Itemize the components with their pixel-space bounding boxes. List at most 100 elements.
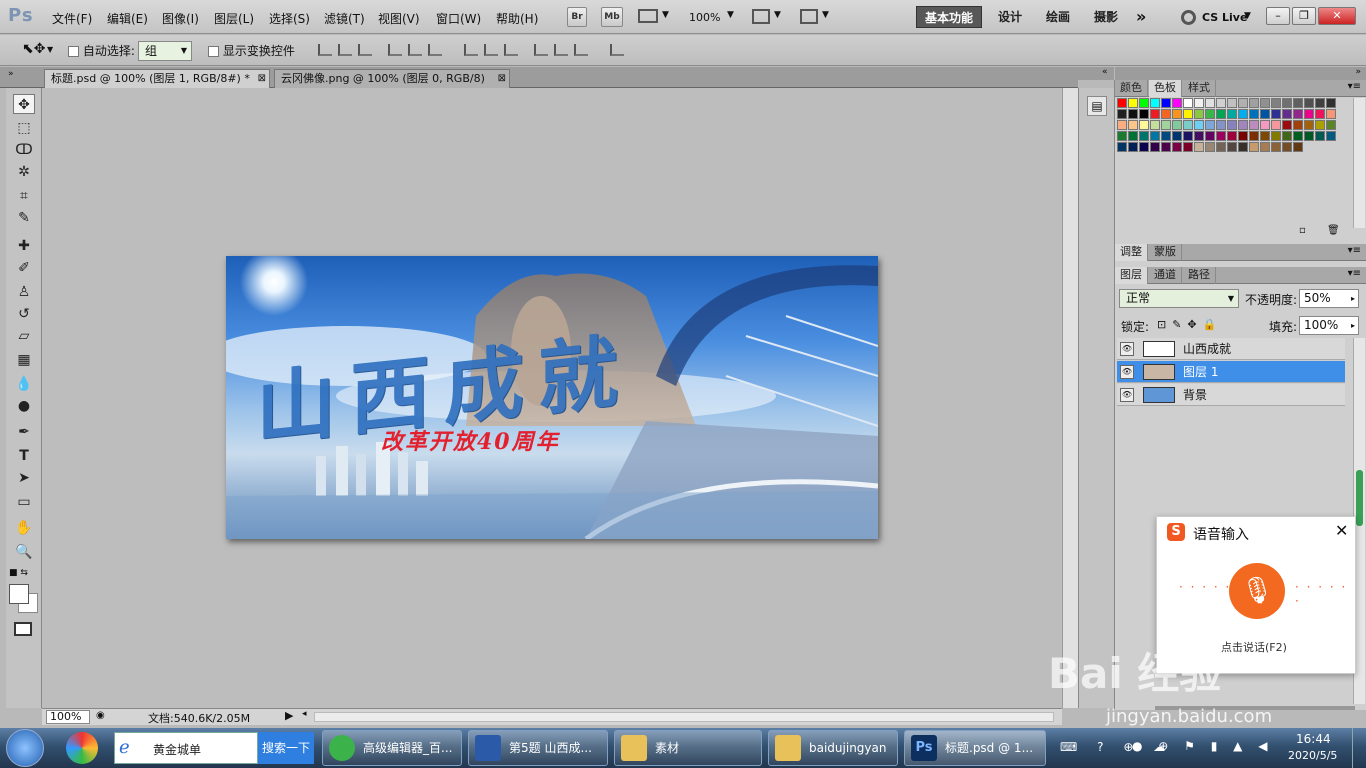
color-swatch[interactable]: [1227, 131, 1237, 141]
color-swatch[interactable]: [1238, 109, 1248, 119]
distribute-hcenter-icon[interactable]: [554, 44, 568, 56]
color-swatch[interactable]: [1326, 98, 1336, 108]
color-swatch[interactable]: [1271, 98, 1281, 108]
layer-row[interactable]: 👁 山西成就: [1117, 338, 1345, 360]
layer-scrollbar-thumb[interactable]: [1356, 470, 1363, 526]
color-swatch[interactable]: [1194, 120, 1204, 130]
color-swatch[interactable]: [1315, 98, 1325, 108]
align-vcenter-icon[interactable]: [338, 44, 352, 56]
align-bottom-icon[interactable]: [358, 44, 372, 56]
color-swatch[interactable]: [1183, 98, 1193, 108]
show-transform-checkbox[interactable]: [208, 46, 219, 57]
type-tool-icon[interactable]: T: [13, 446, 35, 466]
layer-row[interactable]: 👁 背景: [1117, 384, 1345, 406]
color-swatch[interactable]: [1293, 142, 1303, 152]
chevron-down-icon[interactable]: ▼: [727, 10, 734, 20]
horizontal-scrollbar[interactable]: [314, 712, 1054, 722]
color-swatch[interactable]: [1260, 142, 1270, 152]
color-swatch[interactable]: [1249, 131, 1259, 141]
history-brush-tool-icon[interactable]: ↺: [13, 304, 35, 324]
menu-layer[interactable]: 图层(L): [214, 10, 254, 27]
quick-mask-icon[interactable]: [14, 622, 32, 636]
align-top-icon[interactable]: [318, 44, 332, 56]
color-swatch[interactable]: [1227, 98, 1237, 108]
color-swatch[interactable]: [1271, 109, 1281, 119]
align-right-icon[interactable]: [428, 44, 442, 56]
slider-arrow-icon[interactable]: ▸: [1351, 290, 1355, 307]
color-swatch[interactable]: [1161, 120, 1171, 130]
distribute-bottom-icon[interactable]: [504, 44, 518, 56]
minimize-button[interactable]: –: [1266, 7, 1290, 25]
color-swatch[interactable]: [1139, 131, 1149, 141]
pen-tool-icon[interactable]: ✒: [13, 422, 35, 442]
menu-edit[interactable]: 编辑(E): [107, 10, 148, 27]
color-swatch[interactable]: [1117, 131, 1127, 141]
collapse-icon[interactable]: »: [1355, 67, 1361, 77]
chevron-down-icon[interactable]: ▼: [47, 45, 53, 54]
move-tool-icon[interactable]: ⬉✥: [22, 41, 45, 57]
eye-icon[interactable]: 👁: [1120, 365, 1134, 379]
color-swatch[interactable]: [1271, 142, 1281, 152]
arrange-documents-icon[interactable]: [752, 9, 770, 24]
screen-mode-icon[interactable]: [800, 9, 818, 24]
color-swatch[interactable]: [1128, 131, 1138, 141]
color-swatch[interactable]: [1117, 109, 1127, 119]
show-transform-option[interactable]: 显示变换控件: [208, 42, 295, 59]
panel-menu-icon[interactable]: ▾≡: [1348, 245, 1361, 256]
color-swatch[interactable]: [1194, 109, 1204, 119]
distribute-top-icon[interactable]: [464, 44, 478, 56]
move-tool-icon[interactable]: ✥: [13, 94, 35, 114]
opacity-field[interactable]: 50% ▸: [1299, 289, 1359, 308]
foreground-color-swatch[interactable]: [9, 584, 29, 604]
align-left-icon[interactable]: [388, 44, 402, 56]
workspace-photography[interactable]: 摄影: [1086, 6, 1126, 28]
color-swatch[interactable]: [1194, 131, 1204, 141]
search-box[interactable]: ℯ 黄金城单: [114, 732, 258, 764]
workspace-design[interactable]: 设计: [990, 6, 1030, 28]
clock-date[interactable]: 2020/5/5: [1288, 749, 1337, 762]
taskbar-item-word[interactable]: 第5题 山西成...: [468, 730, 608, 766]
microphone-button[interactable]: 🎙: [1229, 563, 1285, 619]
color-swatch[interactable]: [1183, 131, 1193, 141]
color-swatch[interactable]: [1304, 98, 1314, 108]
chevron-down-icon[interactable]: ▼: [822, 10, 829, 20]
tab-adjustments[interactable]: 调整: [1115, 244, 1148, 261]
color-swatch[interactable]: [1172, 131, 1182, 141]
taskbar-item-editor[interactable]: 高级编辑器_百...: [322, 730, 462, 766]
view-extras-icon[interactable]: [638, 9, 658, 23]
tab-paths[interactable]: 路径: [1183, 267, 1216, 284]
bridge-button[interactable]: Br: [567, 7, 587, 27]
color-swatch[interactable]: [1183, 109, 1193, 119]
color-swatch[interactable]: [1150, 98, 1160, 108]
color-swatch[interactable]: [1282, 142, 1292, 152]
menu-window[interactable]: 窗口(W): [436, 10, 481, 27]
color-swatch[interactable]: [1216, 109, 1226, 119]
path-select-tool-icon[interactable]: ➤: [13, 468, 35, 488]
color-swatch[interactable]: [1238, 120, 1248, 130]
tab-color[interactable]: 颜色: [1115, 80, 1148, 97]
color-swatch[interactable]: [1260, 98, 1270, 108]
system-tray-icons[interactable]: ● ⊕ ⚑ ▮ ▲ ◀: [1132, 739, 1273, 753]
color-swatch[interactable]: [1238, 142, 1248, 152]
tab-channels[interactable]: 通道: [1149, 267, 1182, 284]
color-swatch[interactable]: [1282, 109, 1292, 119]
tab-masks[interactable]: 蒙版: [1149, 244, 1182, 261]
color-swatch[interactable]: [1205, 142, 1215, 152]
start-button[interactable]: [6, 729, 44, 767]
menu-select[interactable]: 选择(S): [269, 10, 310, 27]
color-swatch[interactable]: [1205, 109, 1215, 119]
color-swatch[interactable]: [1315, 109, 1325, 119]
auto-select-dropdown[interactable]: 组 ▼: [138, 41, 192, 61]
panel-menu-icon[interactable]: ▾≡: [1348, 81, 1361, 92]
color-swatch[interactable]: [1161, 131, 1171, 141]
color-swatch[interactable]: [1161, 109, 1171, 119]
color-swatch[interactable]: [1128, 98, 1138, 108]
color-swatch[interactable]: [1260, 131, 1270, 141]
doc-tab-active[interactable]: 标题.psd @ 100% (图层 1, RGB/8#) * ⊠: [44, 69, 270, 88]
color-swatch[interactable]: [1249, 109, 1259, 119]
color-swatch[interactable]: [1117, 120, 1127, 130]
restore-button[interactable]: ❐: [1292, 7, 1316, 25]
color-swatch[interactable]: [1117, 142, 1127, 152]
vertical-scrollbar[interactable]: [1062, 88, 1078, 708]
color-swatch[interactable]: [1205, 98, 1215, 108]
